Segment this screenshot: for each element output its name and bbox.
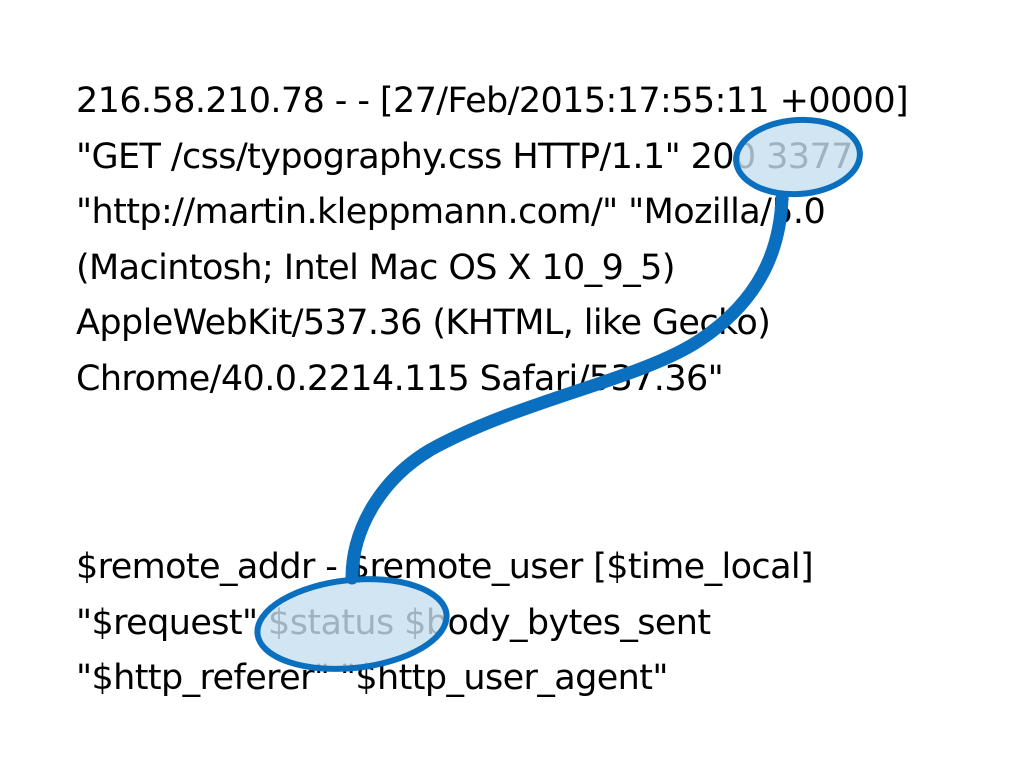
log-line-text-6: Chrome/40.0.2214.115 Safari/537.36" bbox=[76, 358, 724, 399]
log-format-text-2: "$request" $status $body_bytes_sent bbox=[76, 602, 711, 643]
log-line-text-5: AppleWebKit/537.36 (KHTML, like Gecko) bbox=[76, 303, 771, 343]
log-format-template: $remote_addr - $remote_user [$time_local… bbox=[76, 540, 814, 707]
log-format-text-1: $remote_addr - $remote_user [$time_local… bbox=[76, 547, 814, 587]
log-line-text-1: 216.58.210.78 - - [27/Feb/2015:17:55:11 … bbox=[76, 81, 909, 121]
log-line-text-4: (Macintosh; Intel Mac OS X 10_9_5) bbox=[76, 247, 675, 288]
log-format-text-3: "$http_referer" "$http_user_agent" bbox=[76, 658, 668, 698]
log-line-text-2: "GET /css/typography.css HTTP/1.1" 200 3… bbox=[76, 136, 853, 177]
log-line-text-3: "http://martin.kleppmann.com/" "Mozilla/… bbox=[76, 192, 826, 232]
log-line-example: 216.58.210.78 - - [27/Feb/2015:17:55:11 … bbox=[76, 74, 909, 407]
